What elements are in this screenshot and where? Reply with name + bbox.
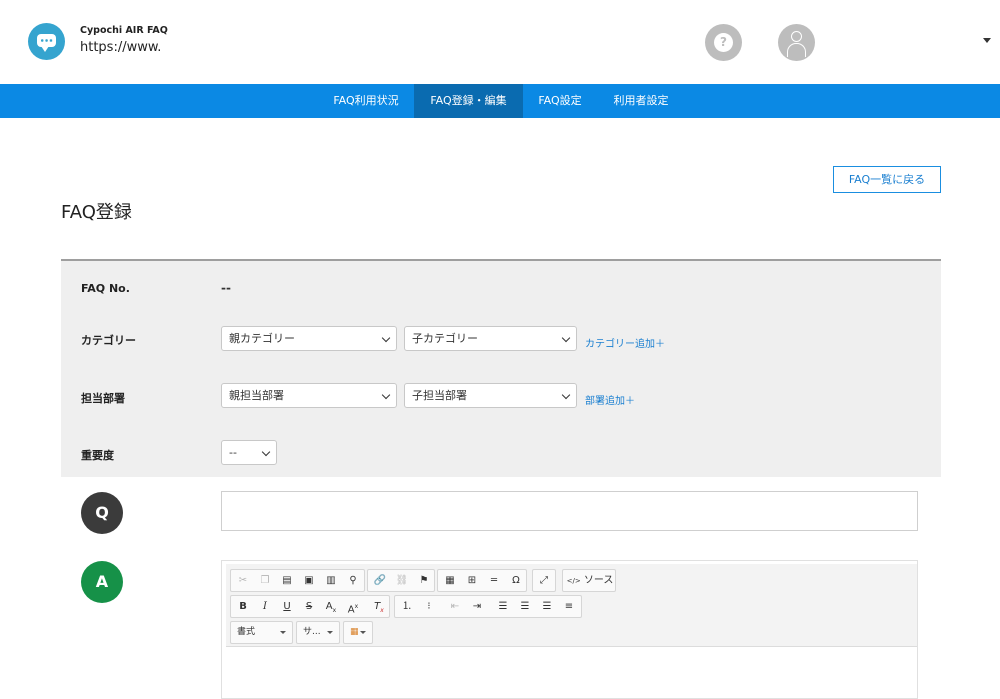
answer-rich-text-editor: ✂ ❐ ▤ ▣ ▥ ⚲ 🔗 ⛓ ⚑ ▦ ⊞ ═ Ω ⤢ </> ソース B I … xyxy=(221,560,918,699)
nav-faq-usage[interactable]: FAQ利用状況 xyxy=(320,84,412,118)
toolbar-group-source: </> ソース xyxy=(562,569,616,592)
unlink-icon[interactable]: ⛓ xyxy=(391,570,413,591)
italic-icon[interactable]: I xyxy=(254,596,276,617)
importance-select[interactable]: -- xyxy=(221,440,277,465)
parent-category-value: 親カテゴリー xyxy=(229,332,295,345)
link-icon[interactable]: 🔗 xyxy=(369,570,391,591)
nav-faq-edit[interactable]: FAQ登録・編集 xyxy=(414,84,523,118)
code-icon: </> xyxy=(566,577,581,585)
child-category-select[interactable]: 子カテゴリー xyxy=(404,326,577,351)
back-to-faq-list-button[interactable]: FAQ一覧に戻る xyxy=(833,166,941,193)
parent-category-select[interactable]: 親カテゴリー xyxy=(221,326,397,351)
chat-bubble-logo-icon xyxy=(28,23,65,60)
toolbar-group-clipboard: ✂ ❐ ▤ ▣ ▥ ⚲ xyxy=(230,569,365,592)
cut-icon[interactable]: ✂ xyxy=(232,570,254,591)
faq-form-panel: FAQ No. -- カテゴリー 親カテゴリー 子カテゴリー カテゴリー追加＋ … xyxy=(61,259,941,477)
superscript-icon[interactable]: Ax xyxy=(342,596,364,617)
category-label: カテゴリー xyxy=(81,334,136,347)
size-combo-label: サ... xyxy=(303,627,321,637)
maximize-icon[interactable]: ⤢ xyxy=(533,570,555,591)
indent-icon[interactable]: ⇥ xyxy=(466,596,488,617)
table-icon[interactable]: ⊞ xyxy=(461,570,483,591)
answer-editor-body[interactable] xyxy=(222,649,917,698)
app-header: Cypochi AIR FAQ https://www. ? xyxy=(0,0,1000,84)
outdent-icon[interactable]: ⇤ xyxy=(444,596,466,617)
nav-user-settings[interactable]: 利用者設定 xyxy=(603,84,679,118)
format-combo-label: 書式 xyxy=(237,627,256,637)
add-department-link[interactable]: 部署追加＋ xyxy=(585,392,635,407)
chevron-down-icon xyxy=(381,333,391,343)
parent-department-select[interactable]: 親担当部署 xyxy=(221,383,397,408)
source-button[interactable]: </> ソース xyxy=(565,570,615,591)
remove-format-icon[interactable]: Tx xyxy=(368,596,390,617)
strikethrough-icon[interactable]: S xyxy=(298,596,320,617)
app-name: Cypochi AIR FAQ xyxy=(80,25,168,36)
app-url: https://www. xyxy=(80,40,162,55)
importance-label: 重要度 xyxy=(81,449,114,462)
subscript-icon[interactable]: Ax xyxy=(320,596,342,617)
child-department-value: 子担当部署 xyxy=(412,389,467,402)
align-center-icon[interactable]: ☰ xyxy=(514,596,536,617)
faq-no-label: FAQ No. xyxy=(81,282,130,295)
page-title: FAQ登録 xyxy=(61,202,132,223)
numbered-list-icon[interactable]: ⒈ xyxy=(396,596,418,617)
align-justify-icon[interactable]: ≡ xyxy=(558,596,580,617)
department-label: 担当部署 xyxy=(81,392,125,405)
importance-value: -- xyxy=(229,446,237,459)
add-category-link[interactable]: カテゴリー追加＋ xyxy=(585,335,665,350)
chevron-down-icon xyxy=(561,390,571,400)
user-avatar-icon[interactable] xyxy=(778,24,815,61)
chevron-down-icon xyxy=(261,447,271,457)
source-label: ソース xyxy=(583,575,614,586)
parent-department-value: 親担当部署 xyxy=(229,389,284,402)
size-combo[interactable]: サ... xyxy=(297,622,339,643)
child-category-value: 子カテゴリー xyxy=(412,332,478,345)
align-left-icon[interactable]: ☰ xyxy=(492,596,514,617)
faq-no-value: -- xyxy=(221,281,231,295)
paste-icon[interactable]: ▤ xyxy=(276,570,298,591)
toolbar-group-link: 🔗 ⛓ ⚑ xyxy=(367,569,435,592)
nav-faq-settings[interactable]: FAQ設定 xyxy=(527,84,593,118)
toolbar-group-paragraph: ⒈ ⁝ ⇤ ⇥ ☰ ☰ ☰ ≡ xyxy=(394,595,582,618)
user-menu-caret-icon[interactable] xyxy=(983,38,991,43)
find-icon[interactable]: ⚲ xyxy=(342,570,364,591)
question-badge: Q xyxy=(81,492,123,534)
help-icon[interactable]: ? xyxy=(705,24,742,61)
bold-icon[interactable]: B xyxy=(232,596,254,617)
copy-icon[interactable]: ❐ xyxy=(254,570,276,591)
anchor-flag-icon[interactable]: ⚑ xyxy=(413,570,435,591)
editor-toolbar: ✂ ❐ ▤ ▣ ▥ ⚲ 🔗 ⛓ ⚑ ▦ ⊞ ═ Ω ⤢ </> ソース B I … xyxy=(226,564,917,647)
align-right-icon[interactable]: ☰ xyxy=(536,596,558,617)
format-combo[interactable]: 書式 xyxy=(231,622,292,643)
toolbar-group-view: ⤢ xyxy=(532,569,556,592)
bulleted-list-icon[interactable]: ⁝ xyxy=(418,596,440,617)
toolbar-group-format: 書式 xyxy=(230,621,293,644)
special-char-icon[interactable]: Ω xyxy=(505,570,527,591)
toolbar-group-basicstyles: B I U S Ax Ax Tx xyxy=(230,595,390,618)
answer-badge: A xyxy=(81,561,123,603)
chevron-down-icon xyxy=(561,333,571,343)
toolbar-group-insert: ▦ ⊞ ═ Ω xyxy=(437,569,527,592)
child-department-select[interactable]: 子担当部署 xyxy=(404,383,577,408)
text-color-button[interactable]: ▦ xyxy=(344,622,372,643)
main-nav: FAQ利用状況 FAQ登録・編集 FAQ設定 利用者設定 xyxy=(0,84,1000,118)
underline-icon[interactable]: U xyxy=(276,596,298,617)
toolbar-group-size: サ... xyxy=(296,621,340,644)
paste-word-icon[interactable]: ▥ xyxy=(320,570,342,591)
toolbar-group-colors: ▦ xyxy=(343,621,373,644)
chevron-down-icon xyxy=(381,390,391,400)
question-input[interactable] xyxy=(221,491,918,531)
horizontal-line-icon[interactable]: ═ xyxy=(483,570,505,591)
paste-text-icon[interactable]: ▣ xyxy=(298,570,320,591)
image-icon[interactable]: ▦ xyxy=(439,570,461,591)
